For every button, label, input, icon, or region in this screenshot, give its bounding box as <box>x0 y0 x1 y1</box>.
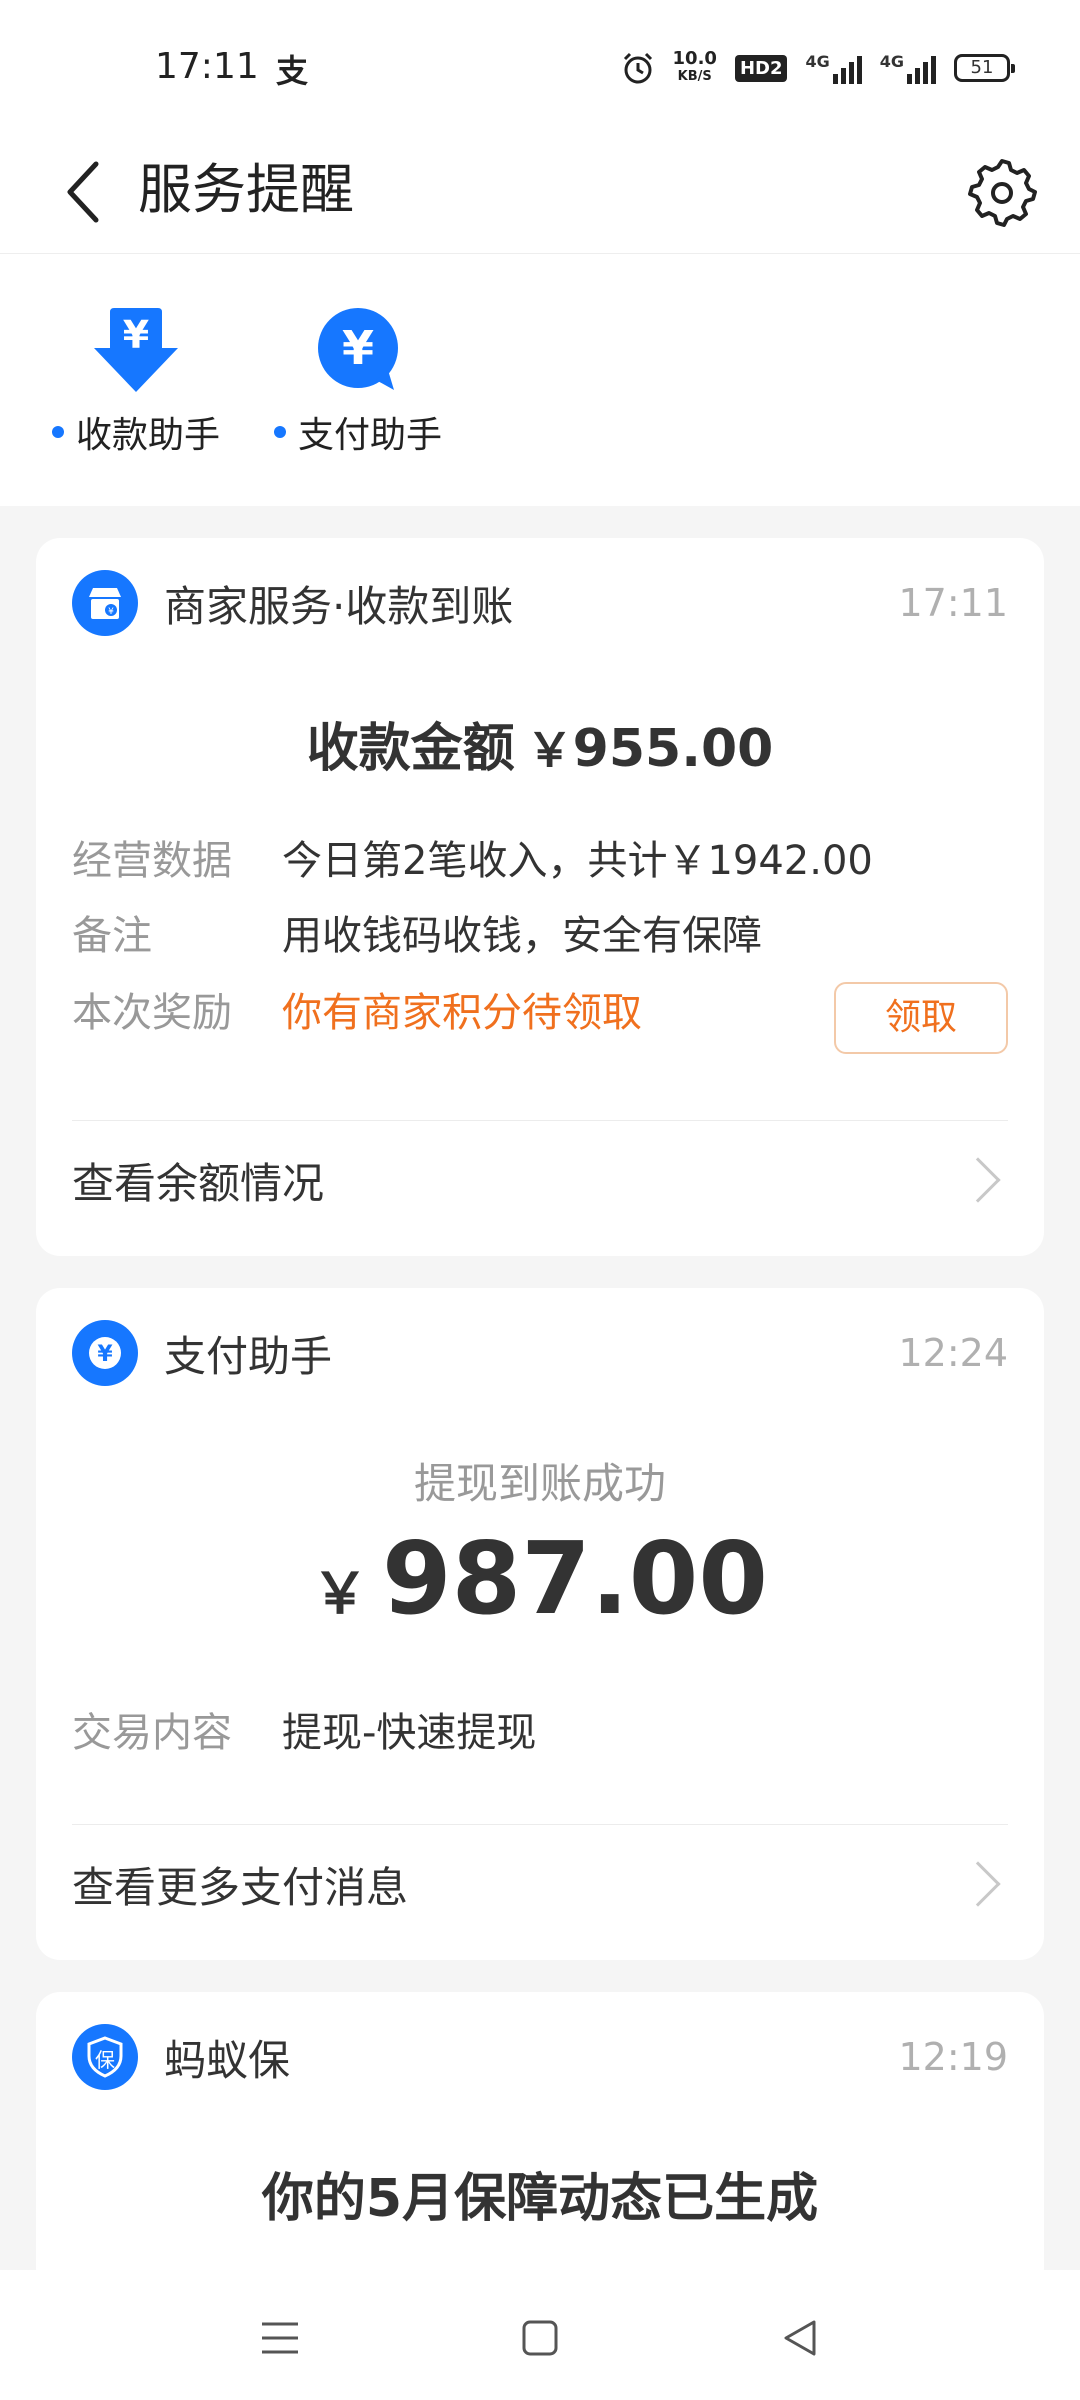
card-title: 蚂蚁保 <box>164 2035 291 2085</box>
store-icon: ¥ <box>72 570 138 636</box>
home-square-icon <box>522 2320 558 2356</box>
status-time: 17:11 <box>155 46 259 87</box>
hd-voice-icon: HD2 <box>734 54 788 82</box>
card-time: 12:19 <box>898 2035 1008 2079</box>
alipay-notification-icon: 支 <box>276 52 309 90</box>
signal-icon-1: 4G <box>805 52 862 84</box>
claim-button[interactable]: 领取 <box>834 982 1008 1054</box>
card-title: 支付助手 <box>164 1331 333 1381</box>
back-arrow-icon <box>67 161 99 223</box>
svg-text:¥: ¥ <box>342 321 374 375</box>
merchant-receipt-card[interactable]: ¥ 商家服务·收款到账 17:11 收款金额 ￥955.00 经营数据 今日第2笔… <box>36 538 1044 1256</box>
shortcut-receive-assistant[interactable]: ¥ 收款助手 <box>52 302 220 458</box>
card-time: 17:11 <box>898 581 1008 625</box>
card-title: 商家服务·收款到账 <box>164 581 514 631</box>
svg-text:¥: ¥ <box>123 313 149 357</box>
shortcut-pay-assistant[interactable]: ¥ 支付助手 <box>274 302 442 458</box>
chevron-right-icon <box>955 1861 1001 1907</box>
more-payment-messages-link[interactable]: 查看更多支付消息 <box>72 1834 1008 1934</box>
pay-yuan-bubble-icon: ¥ <box>310 302 406 398</box>
unread-dot <box>52 426 64 438</box>
unread-dot <box>274 426 286 438</box>
page-title: 服务提醒 <box>138 158 354 221</box>
payment-assistant-card[interactable]: ¥ 支付助手 12:24 提现到账成功 ￥ 987.00 交易内容 提现-快速提现… <box>36 1288 1044 1960</box>
view-balance-link[interactable]: 查看余额情况 <box>72 1130 1008 1230</box>
chevron-right-icon <box>955 1157 1001 1203</box>
back-nav-button[interactable] <box>760 2298 840 2378</box>
receive-download-yuan-icon: ¥ <box>88 302 184 398</box>
page-header: 服务提醒 <box>0 130 1080 254</box>
menu-nav-button[interactable] <box>240 2298 320 2378</box>
withdraw-status: 提现到账成功 <box>413 1459 666 1508</box>
back-triangle-icon <box>784 2320 816 2356</box>
net-speed: 10.0 KB/S <box>672 48 717 85</box>
battery-icon: 51 <box>954 54 1015 82</box>
withdraw-amount: ￥ 987.00 <box>312 1520 768 1637</box>
divider <box>72 1120 1008 1121</box>
signal-icon-2: 4G <box>880 52 936 84</box>
info-row-note: 备注 用收钱码收钱，安全有保障 <box>72 913 762 959</box>
info-row-transaction: 交易内容 提现-快速提现 <box>72 1710 537 1756</box>
receipt-amount: 收款金额 ￥955.00 <box>306 719 774 779</box>
status-bar: 17:11 支 10.0 KB/S HD2 4G 4G 51 <box>0 0 1080 130</box>
status-icons: 10.0 KB/S HD2 4G 4G 51 <box>621 46 1015 90</box>
system-nav-bar <box>0 2270 1080 2400</box>
svg-text:¥: ¥ <box>108 607 114 617</box>
svg-text:¥: ¥ <box>97 1342 113 1367</box>
yuan-icon: ¥ <box>72 1320 138 1386</box>
alarm-icon <box>623 52 652 84</box>
card-time: 12:24 <box>898 1331 1008 1375</box>
info-row-business: 经营数据 今日第2笔收入，共计￥1942.00 <box>72 838 873 884</box>
settings-button[interactable] <box>958 148 1046 236</box>
menu-icon <box>262 2322 298 2354</box>
assistant-shortcuts: ¥ 收款助手 ¥ 支付助手 <box>0 254 1080 506</box>
divider <box>72 1824 1008 1825</box>
insurance-headline: 你的5月保障动态已生成 <box>261 2169 819 2229</box>
gear-icon <box>968 159 1037 227</box>
back-button[interactable] <box>40 150 124 234</box>
shield-icon: 保 <box>72 2024 138 2090</box>
home-nav-button[interactable] <box>500 2298 580 2378</box>
ant-insurance-card[interactable]: 保 蚂蚁保 12:19 你的5月保障动态已生成 <box>36 1992 1044 2292</box>
